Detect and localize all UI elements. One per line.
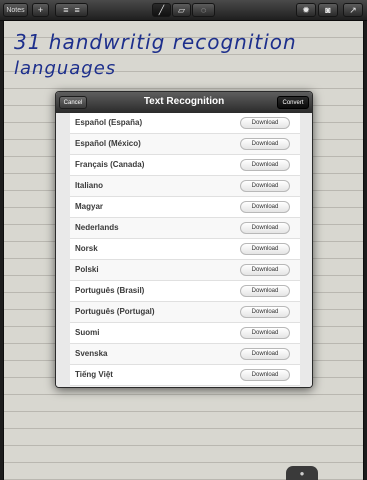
camera-icon: ◙ bbox=[325, 4, 331, 15]
language-name: Italiano bbox=[75, 181, 104, 190]
language-row: Tiếng Việt Download bbox=[70, 365, 300, 386]
language-name: Suomi bbox=[75, 328, 100, 337]
share-button[interactable]: ↗ bbox=[343, 3, 363, 17]
language-row: Español (México) Download bbox=[70, 134, 300, 155]
language-row: Português (Portugal) Download bbox=[70, 302, 300, 323]
handwritten-line-2: languages bbox=[14, 58, 117, 79]
language-row: Suomi Download bbox=[70, 323, 300, 344]
lasso-icon: ◌ bbox=[200, 4, 207, 15]
language-name: Polski bbox=[75, 265, 99, 274]
text-recognition-dialog: Cancel Text Recognition Convert Español … bbox=[55, 91, 313, 388]
language-name: Español (México) bbox=[75, 139, 141, 148]
language-name: Português (Brasil) bbox=[75, 286, 145, 295]
text-align-button[interactable]: ≡ ≡ bbox=[55, 3, 88, 17]
language-name: Français (Canada) bbox=[75, 160, 145, 169]
download-button[interactable]: Download bbox=[240, 327, 290, 339]
language-row: Italiano Download bbox=[70, 176, 300, 197]
notes-button[interactable]: Notes bbox=[3, 3, 28, 17]
download-button[interactable]: Download bbox=[240, 264, 290, 276]
language-row: Português (Brasil) Download bbox=[70, 281, 300, 302]
camera-button[interactable]: ◙ bbox=[318, 3, 338, 17]
download-button[interactable]: Download bbox=[240, 222, 290, 234]
align-left-icon: ≡ bbox=[63, 4, 69, 15]
share-icon: ↗ bbox=[349, 4, 357, 15]
download-button[interactable]: Download bbox=[240, 369, 290, 381]
eraser-tool-button[interactable]: ▱ bbox=[172, 3, 191, 17]
microphone-icon: ● bbox=[299, 468, 305, 478]
dialog-title: Text Recognition bbox=[143, 96, 225, 107]
pen-tool-button[interactable]: ╱ bbox=[152, 3, 171, 17]
pen-icon: ╱ bbox=[158, 4, 165, 15]
download-button[interactable]: Download bbox=[240, 201, 290, 213]
settings-button[interactable]: ✹ bbox=[296, 3, 316, 17]
align-right-icon: ≡ bbox=[74, 4, 80, 15]
language-name: Português (Portugal) bbox=[75, 307, 155, 316]
download-button[interactable]: Download bbox=[240, 117, 290, 129]
language-name: Svenska bbox=[75, 349, 108, 358]
eraser-icon: ▱ bbox=[178, 4, 185, 15]
language-row: Norsk Download bbox=[70, 239, 300, 260]
language-row: Español (España) Download bbox=[70, 113, 300, 134]
add-note-button[interactable]: + bbox=[32, 3, 49, 17]
convert-button[interactable]: Convert bbox=[277, 96, 309, 109]
language-name: Español (España) bbox=[75, 118, 143, 127]
download-button[interactable]: Download bbox=[240, 306, 290, 318]
language-row: Français (Canada) Download bbox=[70, 155, 300, 176]
download-button[interactable]: Download bbox=[240, 159, 290, 171]
handwritten-line-1: 31 handwritig recognition bbox=[14, 30, 297, 54]
list-margin-left bbox=[56, 113, 70, 387]
dictation-tab[interactable]: ● bbox=[286, 466, 318, 480]
dialog-title-bar: Cancel Text Recognition Convert bbox=[56, 92, 312, 113]
language-row: Polski Download bbox=[70, 260, 300, 281]
language-list: Español (España) Download Español (México… bbox=[70, 113, 300, 386]
download-button[interactable]: Download bbox=[240, 180, 290, 192]
download-button[interactable]: Download bbox=[240, 138, 290, 150]
language-name: Magyar bbox=[75, 202, 104, 211]
language-row: Svenska Download bbox=[70, 344, 300, 365]
download-button[interactable]: Download bbox=[240, 243, 290, 255]
language-name: Nederlands bbox=[75, 223, 119, 232]
plus-icon: + bbox=[37, 4, 44, 15]
language-row: Magyar Download bbox=[70, 197, 300, 218]
lasso-tool-button[interactable]: ◌ bbox=[192, 3, 215, 17]
language-name: Tiếng Việt bbox=[75, 370, 113, 379]
language-name: Norsk bbox=[75, 244, 98, 253]
download-button[interactable]: Download bbox=[240, 348, 290, 360]
list-margin-right bbox=[300, 113, 312, 387]
language-row: Nederlands Download bbox=[70, 218, 300, 239]
download-button[interactable]: Download bbox=[240, 285, 290, 297]
top-toolbar: Notes + ≡ ≡ ╱ ▱ ◌ ✹ ◙ ↗ bbox=[0, 0, 367, 21]
gear-icon: ✹ bbox=[302, 4, 310, 15]
